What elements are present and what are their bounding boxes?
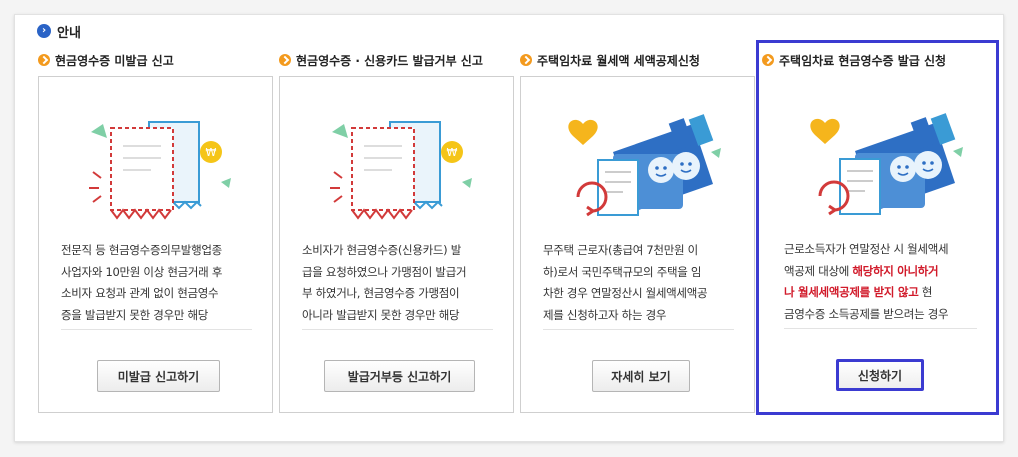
desc-highlight: 해당하지 아니하거 <box>852 263 939 278</box>
bullet-arrow-icon <box>38 54 50 66</box>
card-heading-text: 주택임차료 현금영수증 발급 신청 <box>779 53 947 68</box>
card-description: 무주택 근로자(총급여 7천만원 이 하)로서 국민주택규모의 주택을 임 차한… <box>543 240 734 326</box>
desc-line: 금영수증 소득공제를 받으려는 경우 <box>784 306 949 321</box>
card-heading-text: 현금영수증 · 신용카드 발급거부 신고 <box>296 53 483 68</box>
card-heading-rent-receipt: 주택임차료 현금영수증 발급 신청 <box>762 52 946 68</box>
desc-line: 급을 요청하였으나 가맹점이 발급거 <box>302 264 467 279</box>
card-rent-deduction: 무주택 근로자(총급여 7천만원 이 하)로서 국민주택규모의 주택을 임 차한… <box>520 76 755 413</box>
bullet-arrow-icon <box>762 54 774 66</box>
arrow-right-circle-icon: › <box>37 24 51 38</box>
refusal-report-button[interactable]: 발급거부등 신고하기 <box>324 360 475 392</box>
bullet-arrow-icon <box>279 54 291 66</box>
divider <box>784 328 977 329</box>
bullet-arrow-icon <box>520 54 532 66</box>
section-title: › 안내 <box>37 21 81 41</box>
card-unissued-report: ₩ 전문직 등 현금영수증의무발행업종 사업자와 10만원 이상 현금거래 후 … <box>38 76 273 413</box>
desc-line: 제를 신청하고자 하는 경우 <box>543 307 667 322</box>
divider <box>302 329 493 330</box>
svg-text:₩: ₩ <box>446 146 457 159</box>
card-refusal-report: ₩ 소비자가 현금영수증(신용카드) 발 급을 요청하였으나 가맹점이 발급거 … <box>279 76 514 413</box>
desc-line: 아니라 발급받지 못한 경우만 해당 <box>302 307 460 322</box>
desc-line: 나 월세세액공제를 받지 않고 현 <box>784 282 977 304</box>
apply-button[interactable]: 신청하기 <box>836 359 924 391</box>
desc-line: 근로소득자가 연말정산 시 월세액세 <box>784 242 949 256</box>
divider <box>61 329 252 330</box>
desc-line: 부 하였거나, 현금영수증 가맹점이 <box>302 286 460 300</box>
desc-line: 전문직 등 현금영수증의무발행업종 <box>61 243 222 257</box>
svg-text:₩: ₩ <box>205 146 216 159</box>
desc-line: 차한 경우 연말정산시 월세액세액공 <box>543 286 708 300</box>
unissued-report-button[interactable]: 미발급 신고하기 <box>97 360 220 392</box>
desc-line: 소비자 요청과 관계 없이 현금영수 <box>61 286 219 300</box>
card-heading-refusal-report: 현금영수증 · 신용카드 발급거부 신고 <box>279 52 483 68</box>
card-heading-unissued-report: 현금영수증 미발급 신고 <box>38 52 174 68</box>
section-title-text: 안내 <box>57 25 81 41</box>
card-description: 전문직 등 현금영수증의무발행업종 사업자와 10만원 이상 현금거래 후 소비… <box>61 240 252 326</box>
desc-line: 증을 발급받지 못한 경우만 해당 <box>61 307 209 322</box>
card-description: 소비자가 현금영수증(신용카드) 발 급을 요청하였으나 가맹점이 발급거 부 … <box>302 240 493 326</box>
desc-text: 액공제 대상에 <box>784 263 853 278</box>
card-description: 근로소득자가 연말정산 시 월세액세 액공제 대상에 해당하지 아니하거 나 월… <box>784 239 977 325</box>
card-heading-text: 현금영수증 미발급 신고 <box>55 53 174 68</box>
desc-line: 하)로서 국민주택규모의 주택을 임 <box>543 264 702 279</box>
desc-highlight: 나 월세세액공제를 받지 않고 <box>784 285 919 299</box>
desc-line: 무주택 근로자(총급여 7천만원 이 <box>543 243 698 257</box>
card-rent-receipt: 근로소득자가 연말정산 시 월세액세 액공제 대상에 해당하지 아니하거 나 월… <box>762 76 997 413</box>
desc-text: 현 <box>918 285 933 299</box>
desc-line: 사업자와 10만원 이상 현금거래 후 <box>61 264 223 279</box>
desc-line: 액공제 대상에 해당하지 아니하거 <box>784 261 977 283</box>
divider <box>543 329 734 330</box>
card-heading-rent-deduction: 주택임차료 월세액 세액공제신청 <box>520 52 700 68</box>
view-details-button[interactable]: 자세히 보기 <box>592 360 690 392</box>
desc-line: 소비자가 현금영수증(신용카드) 발 <box>302 243 462 257</box>
card-heading-text: 주택임차료 월세액 세액공제신청 <box>537 53 700 68</box>
